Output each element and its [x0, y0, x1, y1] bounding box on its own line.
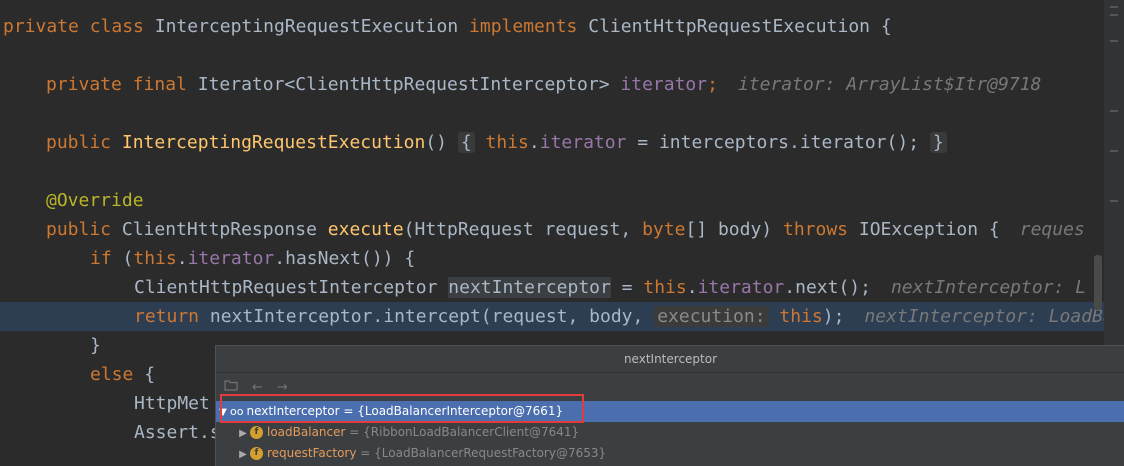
- keyword: final: [132, 74, 187, 95]
- code-text: HttpMet: [134, 393, 210, 414]
- variable-value: = {LoadBalancerInterceptor@7661}: [343, 404, 564, 418]
- code-text: .: [176, 248, 188, 269]
- code-text: );: [822, 306, 845, 327]
- field-value: = {RibbonLoadBalancerClient@7641}: [349, 425, 580, 439]
- keyword: private: [3, 16, 79, 37]
- brace: }: [90, 335, 101, 356]
- editor-scrollbar-thumb[interactable]: [1094, 255, 1102, 310]
- keyword: else: [90, 364, 134, 385]
- code-line-2: private final Iterator<ClientHttpRequest…: [46, 70, 1041, 99]
- keyword: class: [89, 16, 144, 37]
- keyword: byte: [642, 219, 686, 240]
- code-text: IOException {: [848, 219, 1000, 240]
- code-text: (: [111, 248, 134, 269]
- code-line-5: public ClientHttpResponse execute(HttpRe…: [46, 215, 1085, 244]
- expanded-arrow-icon[interactable]: ▼: [216, 402, 230, 423]
- field-icon: f: [250, 426, 263, 439]
- tree-row-field[interactable]: ▶ f requestFactory = {LoadBalancerRequestF…: [216, 443, 1124, 464]
- keyword: throws: [782, 219, 849, 240]
- watch-glasses-icon: oo: [230, 405, 244, 418]
- code-line-7: ClientHttpRequestInterceptor nextInterce…: [134, 273, 1086, 302]
- collapsed-arrow-icon[interactable]: ▶: [236, 423, 250, 444]
- tree-row-root[interactable]: ▼ oo nextInterceptor = {LoadBalancerInterc…: [216, 401, 1124, 422]
- variable-name[interactable]: nextInterceptor: [448, 277, 611, 298]
- debug-value-hint: iterator: ArrayList$Itr@9718: [737, 74, 1042, 95]
- code-line-9: }: [90, 331, 101, 360]
- field-name: iterator: [539, 132, 627, 153]
- keyword: this: [779, 306, 823, 327]
- type-name: ClientHttpRequestInterceptor: [134, 277, 438, 298]
- type-name: Iterator<ClientHttpRequestInterceptor>: [197, 74, 610, 95]
- code-text: =: [610, 277, 644, 298]
- code-line-4: @Override: [46, 186, 144, 215]
- code-text: (HttpRequest request,: [403, 219, 643, 240]
- popup-title: nextInterceptor: [216, 346, 1124, 373]
- keyword: this: [643, 277, 687, 298]
- field-name: iterator: [620, 74, 708, 95]
- keyword: public: [46, 132, 112, 153]
- code-text: nextInterceptor.intercept(request, body,: [199, 306, 655, 327]
- semicolon: ;: [707, 74, 718, 95]
- keyword: this: [133, 248, 177, 269]
- annotation: @Override: [46, 190, 144, 211]
- parameter-hint: execution:: [654, 306, 769, 327]
- code-line-11: HttpMet: [134, 389, 210, 418]
- code-line-1: private class InterceptingRequestExecuti…: [3, 12, 892, 41]
- debug-value-hint: reques: [1019, 219, 1085, 240]
- collapsed-arrow-icon[interactable]: ▶: [236, 444, 250, 465]
- code-line-8-current: return nextInterceptor.intercept(request…: [0, 302, 1104, 331]
- stripe-mark: [1110, 6, 1118, 8]
- keyword: this: [485, 132, 529, 153]
- code-text: .hasNext()) {: [274, 248, 416, 269]
- method-name: execute: [327, 219, 404, 240]
- debug-value-hint: nextInterceptor: L: [890, 277, 1087, 298]
- keyword: private: [46, 74, 122, 95]
- popup-toolbar: ← →: [216, 373, 1124, 401]
- field-name: loadBalancer: [267, 425, 346, 439]
- stripe-mark: [1110, 110, 1118, 112]
- keyword: return: [134, 306, 200, 327]
- keyword: public: [46, 219, 112, 240]
- folder-icon[interactable]: [224, 379, 238, 395]
- class-name: InterceptingRequestExecution: [154, 16, 459, 37]
- type-name: ClientHttpResponse: [121, 219, 317, 240]
- stripe-mark: [1110, 14, 1118, 16]
- code-text: {: [133, 364, 156, 385]
- interface-name: ClientHttpRequestExecution: [588, 16, 870, 37]
- field-value: = {LoadBalancerRequestFactory@7653}: [360, 446, 607, 460]
- field-name: iterator: [697, 277, 785, 298]
- brace: {: [880, 16, 892, 37]
- variable-name: nextInterceptor: [246, 404, 340, 418]
- back-arrow-icon[interactable]: ←: [252, 380, 263, 395]
- parens: (): [425, 132, 447, 153]
- debug-value-hint: nextInterceptor: LoadBa: [864, 306, 1104, 327]
- stripe-mark: [1110, 150, 1118, 152]
- code-text: = interceptors.iterator();: [626, 132, 920, 153]
- field-icon: f: [250, 447, 263, 460]
- code-line-3: public InterceptingRequestExecution() { …: [46, 128, 947, 157]
- constructor-name: InterceptingRequestExecution: [121, 132, 426, 153]
- field-name: iterator: [187, 248, 275, 269]
- code-line-10: else {: [90, 360, 155, 389]
- code-text: .: [686, 277, 698, 298]
- code-text: [] body): [685, 219, 783, 240]
- keyword: if: [90, 248, 112, 269]
- tree-row-field[interactable]: ▶ f loadBalancer = {RibbonLoadBalancerClie…: [216, 422, 1124, 443]
- field-name: requestFactory: [267, 446, 357, 460]
- debug-inspect-popup[interactable]: nextInterceptor ← → ▼ oo nextInterceptor =…: [215, 345, 1124, 466]
- fold-marker[interactable]: }: [929, 132, 947, 153]
- stripe-mark: [1110, 40, 1118, 42]
- stripe-mark: [1110, 200, 1118, 202]
- code-text: .next();: [784, 277, 871, 298]
- code-line-6: if (this.iterator.hasNext()) {: [90, 244, 415, 273]
- fold-marker[interactable]: {: [457, 132, 475, 153]
- forward-arrow-icon[interactable]: →: [277, 380, 288, 395]
- keyword: implements: [469, 16, 578, 37]
- status-bar: [0, 440, 215, 465]
